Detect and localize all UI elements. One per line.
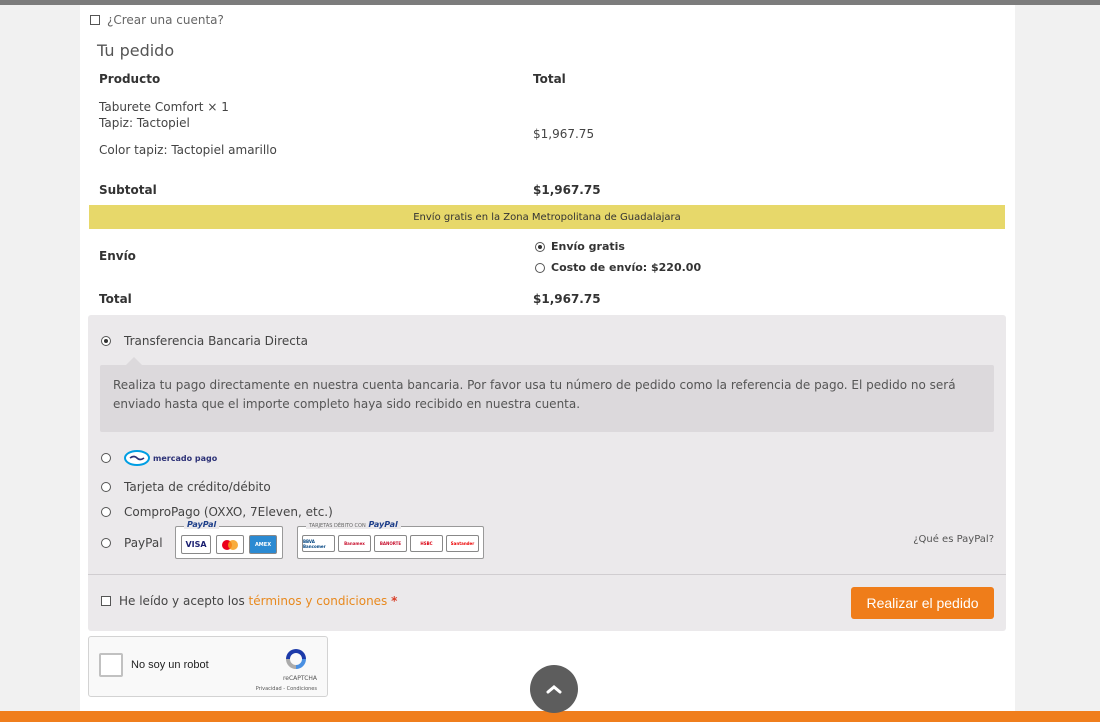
terms-checkbox[interactable] — [101, 596, 111, 606]
header-total: Total — [533, 72, 566, 86]
payment-option-paypal[interactable]: PayPal — [101, 536, 163, 550]
recaptcha-links[interactable]: Privacidad - Condiciones — [256, 686, 317, 692]
recaptcha-brand: reCAPTCHA — [282, 675, 317, 682]
header-product: Producto — [99, 72, 161, 86]
bank-banorte-icon: BANORTE — [374, 535, 407, 552]
total-label: Total — [99, 292, 132, 306]
radio-icon[interactable] — [101, 453, 111, 463]
visa-card-icon: VISA — [181, 535, 211, 554]
radio-icon[interactable] — [535, 241, 545, 252]
item-attr-tapiz: Tapiz: Tactopiel — [99, 116, 190, 130]
payment-option-card[interactable]: Tarjeta de crédito/débito — [101, 480, 271, 494]
payment-option-label: Transferencia Bancaria Directa — [124, 334, 308, 348]
radio-icon[interactable] — [101, 482, 111, 492]
recaptcha-logo-icon — [286, 649, 306, 669]
bank-transfer-notice: Realiza tu pago directamente en nuestra … — [100, 365, 994, 432]
item-quantity: × 1 — [207, 100, 229, 114]
terms-label: He leído y acepto los términos y condici… — [119, 594, 397, 608]
total-value: $1,967.75 — [533, 292, 601, 306]
radio-icon[interactable] — [101, 538, 111, 548]
terms-prefix: He leído y acepto los — [119, 594, 245, 608]
divider — [88, 574, 1006, 575]
attr-value: Tactopiel amarillo — [171, 143, 277, 157]
bank-banamex-icon: Banamex — [338, 535, 371, 552]
mercadopago-logo-text: mercado pago — [153, 453, 218, 463]
shipping-label: Envío — [99, 249, 136, 263]
attr-label: Tapiz: — [99, 116, 133, 130]
place-order-button[interactable]: Realizar el pedido — [851, 587, 994, 619]
mercadopago-logo: mercado pago — [124, 450, 217, 466]
recaptcha-label: No soy un robot — [131, 659, 209, 671]
item-total: $1,967.75 — [533, 127, 595, 141]
recaptcha-widget: No soy un robot reCAPTCHA Privacidad - C… — [88, 636, 328, 697]
shipping-option-free[interactable]: Envío gratis — [535, 240, 625, 253]
shipping-option-paid[interactable]: Costo de envío: $220.00 — [535, 261, 701, 274]
paypal-cards-logo: PayPal VISA AMEX — [175, 520, 283, 559]
create-account-checkbox[interactable] — [90, 15, 100, 25]
item-line: Taburete Comfort × 1 — [99, 100, 229, 114]
paypal-debit-banks-logo: TARJETAS DÉBITO CON PayPal BBVA Bancomer… — [297, 520, 484, 559]
payment-option-label: Tarjeta de crédito/débito — [124, 480, 271, 494]
terms-checkbox-row[interactable]: He leído y acepto los términos y condici… — [101, 594, 397, 608]
shipping-banner: Envío gratis en la Zona Metropolitana de… — [89, 205, 1005, 229]
shipping-option-label: Costo de envío: $220.00 — [551, 261, 702, 274]
bank-santander-icon: Santander — [446, 535, 479, 552]
create-account-toggle[interactable]: ¿Crear una cuenta? — [90, 13, 224, 27]
recaptcha-checkbox[interactable] — [99, 653, 123, 677]
handshake-icon — [124, 450, 150, 466]
attr-label: Color tapiz: — [99, 143, 168, 157]
shipping-option-label: Envío gratis — [551, 240, 625, 253]
bank-hsbc-icon: HSBC — [410, 535, 443, 552]
radio-icon[interactable] — [101, 507, 111, 517]
payment-option-mercadopago[interactable]: mercado pago — [101, 450, 217, 466]
paypal-logo-text: PayPal — [368, 520, 398, 529]
chevron-up-icon — [546, 685, 562, 694]
attr-value: Tactopiel — [136, 116, 190, 130]
subtotal-value: $1,967.75 — [533, 183, 601, 197]
payment-option-compropago[interactable]: ComproPago (OXXO, 7Eleven, etc.) — [101, 505, 333, 519]
item-attr-color: Color tapiz: Tactopiel amarillo — [99, 143, 277, 157]
paypal-debit-prefix: TARJETAS DÉBITO CON — [309, 523, 366, 529]
paypal-logo-text: PayPal — [184, 520, 220, 529]
subtotal-label: Subtotal — [99, 183, 157, 197]
what-is-paypal-link[interactable]: ¿Qué es PayPal? — [913, 534, 994, 545]
order-title: Tu pedido — [97, 41, 175, 60]
payment-methods: Transferencia Bancaria Directa Realiza t… — [88, 315, 1006, 631]
mastercard-circles-icon — [222, 539, 238, 550]
create-account-label: ¿Crear una cuenta? — [107, 13, 224, 27]
required-mark: * — [391, 594, 398, 608]
scroll-to-top-button[interactable] — [530, 665, 578, 713]
amex-card-icon: AMEX — [249, 535, 277, 554]
payment-option-label: PayPal — [124, 536, 163, 550]
paypal-debit-legend: TARJETAS DÉBITO CON PayPal — [306, 520, 401, 529]
item-name: Taburete Comfort — [99, 100, 204, 114]
terms-link[interactable]: términos y condiciones — [249, 594, 388, 608]
radio-icon[interactable] — [535, 262, 545, 273]
checkout-page: ¿Crear una cuenta? Tu pedido Producto To… — [80, 5, 1015, 711]
payment-option-label: ComproPago (OXXO, 7Eleven, etc.) — [124, 505, 333, 519]
bank-bbva-icon: BBVA Bancomer — [302, 535, 335, 552]
radio-icon[interactable] — [101, 336, 111, 346]
payment-option-bank-transfer[interactable]: Transferencia Bancaria Directa — [101, 334, 308, 348]
mastercard-icon — [216, 535, 244, 554]
